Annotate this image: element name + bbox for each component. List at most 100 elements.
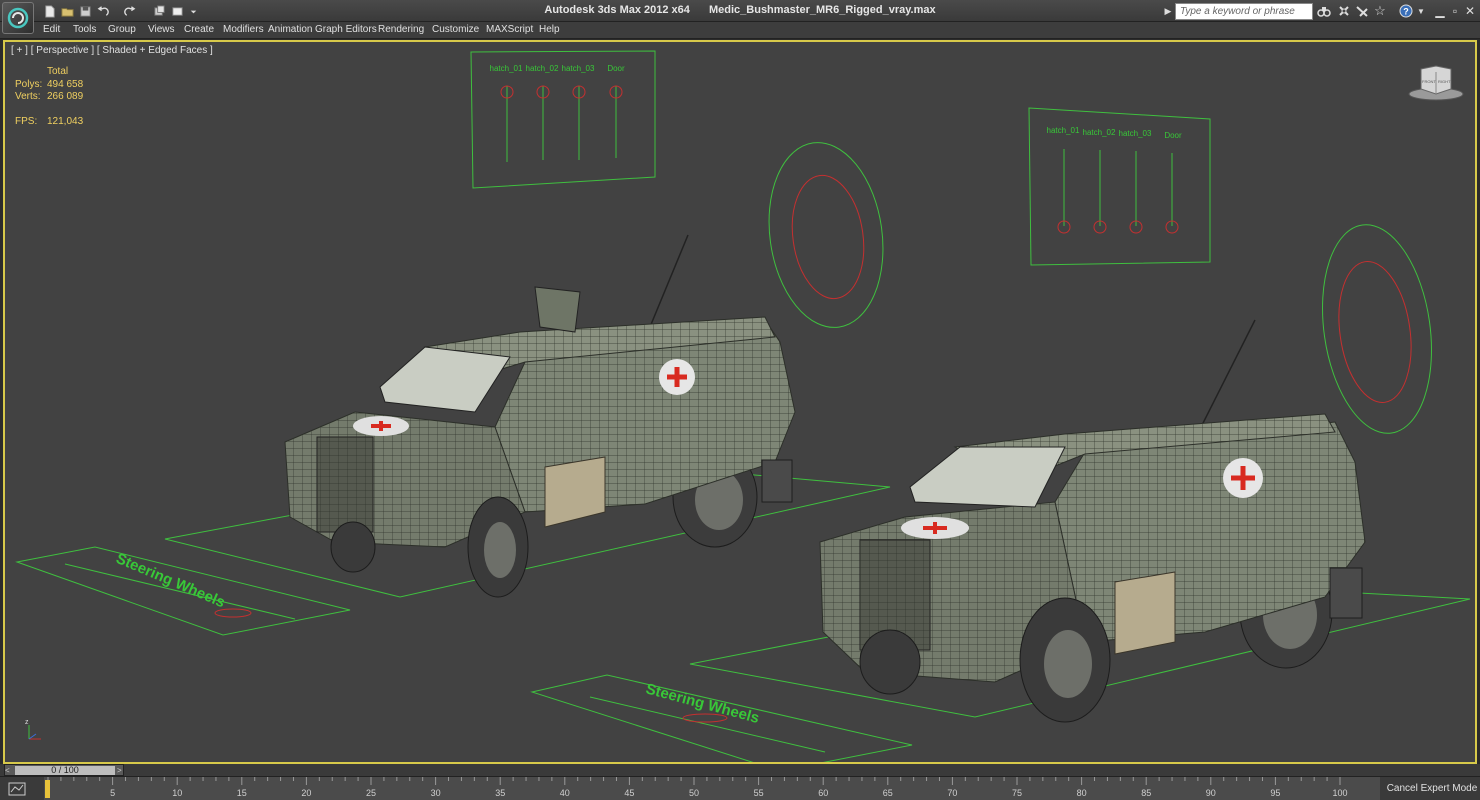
axis-tripod-icon: z <box>25 719 41 740</box>
steering-control-right[interactable]: Steering Wheels <box>530 674 913 762</box>
star-icon[interactable]: ☆ <box>1372 3 1388 19</box>
app-title: Autodesk 3ds Max 2012 x64 <box>544 4 690 16</box>
perspective-viewport[interactable]: [ + ] [ Perspective ] [ Shaded + Edged F… <box>3 40 1477 764</box>
svg-text:?: ? <box>1403 7 1409 17</box>
timeline-tick-label: 30 <box>431 788 441 798</box>
menu-animation[interactable]: Animation <box>268 24 312 35</box>
rig-panel-right[interactable]: hatch_01 hatch_02 hatch_03 Door <box>1028 107 1211 266</box>
stats-total-label: Total <box>47 66 69 77</box>
rig-label-door: Door <box>607 64 625 73</box>
rig-label-hatch-01: hatch_01 <box>1047 126 1080 135</box>
menu-help[interactable]: Help <box>539 24 560 35</box>
timeline-tick-label: 20 <box>301 788 311 798</box>
menu-views[interactable]: Views <box>148 24 175 35</box>
timeline-tick-label: 90 <box>1206 788 1216 798</box>
search-input[interactable]: Type a keyword or phrase <box>1175 3 1313 20</box>
current-frame-marker[interactable] <box>45 780 50 798</box>
rig-label-door: Door <box>1164 131 1182 140</box>
cancel-expert-mode-button[interactable]: Cancel Expert Mode <box>1384 777 1480 800</box>
menu-bar: Edit Tools Group Views Create Modifiers … <box>0 22 1480 39</box>
chevron-down-icon[interactable] <box>186 4 200 18</box>
timeline-tick-label: 50 <box>689 788 699 798</box>
viewport-layout-icon[interactable] <box>170 4 184 18</box>
subscription-icon[interactable] <box>1336 3 1352 19</box>
binoculars-icon[interactable] <box>1316 3 1332 19</box>
project-folder-icon[interactable] <box>152 4 166 18</box>
timeline-tick-label: 10 <box>172 788 182 798</box>
app-logo-icon[interactable] <box>2 2 34 34</box>
timeline-tick-label: 55 <box>754 788 764 798</box>
track-bar: 5 10 15 20 25 30 35 40 45 50 55 60 65 70 75 80 85 90 95 100… <box>0 776 1480 800</box>
timeline-tick-label: 65 <box>883 788 893 798</box>
redo-icon[interactable] <box>122 4 136 18</box>
timeline-ruler[interactable]: 5 10 15 20 25 30 35 40 45 50 55 60 65 70 75 80 85 90 95 100 <box>44 777 1380 800</box>
timeline-tick-label: 45 <box>624 788 634 798</box>
chevron-right-icon[interactable]: ▶ <box>1160 3 1176 19</box>
save-icon[interactable] <box>78 4 92 18</box>
timeline-tick-label: 70 <box>947 788 957 798</box>
time-slider[interactable]: < 0 / 100 > <box>0 764 1480 776</box>
file-name: Medic_Bushmaster_MR6_Rigged_vray.max <box>708 4 936 16</box>
next-frame-button[interactable]: > <box>117 766 122 775</box>
title-bar: Autodesk 3ds Max 2012 x64 Medic_Bushmast… <box>0 0 1480 34</box>
stats-fps-value: 121,043 <box>47 116 84 127</box>
timeline-ticks: 5 10 15 20 25 30 35 40 45 50 55 60 65 70 75 80 85 90 95 100 <box>47 777 1348 798</box>
stats-polys-value: 494 658 <box>47 79 84 90</box>
new-file-icon[interactable] <box>42 4 56 18</box>
time-slider-thumb[interactable]: 0 / 100 <box>15 766 115 775</box>
help-icon[interactable]: ? <box>1398 3 1414 19</box>
close-button[interactable]: ✕ <box>1462 3 1478 19</box>
timeline-tick-label: 15 <box>237 788 247 798</box>
stats-verts-label: Verts: <box>15 91 41 102</box>
rotation-helper-right[interactable] <box>1310 218 1444 441</box>
steering-text-right: Steering Wheels <box>644 680 761 727</box>
menu-maxscript[interactable]: MAXScript <box>486 24 533 35</box>
menu-edit[interactable]: Edit <box>43 24 60 35</box>
minimize-button[interactable]: ▁ <box>1432 3 1448 19</box>
menu-customize[interactable]: Customize <box>432 24 479 35</box>
rig-label-hatch-02: hatch_02 <box>526 64 559 73</box>
curve-editor-icon[interactable] <box>6 781 28 797</box>
svg-text:z: z <box>25 719 29 726</box>
menu-modifiers[interactable]: Modifiers <box>223 24 264 35</box>
viewcube-icon[interactable]: FRONT RIGHT <box>1408 65 1464 101</box>
timeline-tick-label: 40 <box>560 788 570 798</box>
menu-create[interactable]: Create <box>184 24 214 35</box>
menu-graph-editors[interactable]: Graph Editors <box>315 24 377 35</box>
timeline-tick-label: 75 <box>1012 788 1022 798</box>
rotation-helper-left[interactable] <box>758 135 895 335</box>
timeline-tick-label: 95 <box>1270 788 1280 798</box>
timeline-tick-label: 60 <box>818 788 828 798</box>
menu-tools[interactable]: Tools <box>73 24 96 35</box>
time-slider-track[interactable]: < 0 / 100 > <box>4 764 124 776</box>
undo-icon[interactable] <box>96 4 110 18</box>
rig-panel-left[interactable]: hatch_01 hatch_02 hatch_03 Door <box>470 50 656 189</box>
scene-canvas[interactable]: Steering Wheels Steering Wheels hatch_01… <box>5 42 1475 762</box>
stats-verts-value: 266 089 <box>47 91 84 102</box>
timeline-tick-label: 35 <box>495 788 505 798</box>
menu-group[interactable]: Group <box>108 24 136 35</box>
viewcube-front-label[interactable]: FRONT <box>1422 79 1436 84</box>
stats-fps-label: FPS: <box>15 116 38 127</box>
rig-label-hatch-02: hatch_02 <box>1083 128 1116 137</box>
menu-rendering[interactable]: Rendering <box>378 24 424 35</box>
stats-polys-label: Polys: <box>15 79 43 90</box>
communication-icon[interactable] <box>1354 3 1370 19</box>
rig-label-hatch-01: hatch_01 <box>490 64 523 73</box>
rig-label-hatch-03: hatch_03 <box>562 64 595 73</box>
timeline-tick-label: 25 <box>366 788 376 798</box>
timeline-tick-label: 80 <box>1077 788 1087 798</box>
bushmaster-vehicle-right[interactable] <box>819 319 1366 723</box>
prev-frame-button[interactable]: < <box>5 766 10 775</box>
viewport-label[interactable]: [ + ] [ Perspective ] [ Shaded + Edged F… <box>11 45 213 56</box>
bushmaster-vehicle-left[interactable] <box>284 234 796 598</box>
open-file-icon[interactable] <box>60 4 74 18</box>
timeline-tick-label: 5 <box>110 788 115 798</box>
rig-label-hatch-03: hatch_03 <box>1119 129 1152 138</box>
steering-control-left[interactable]: Steering Wheels <box>15 546 351 636</box>
help-dropdown-icon[interactable]: ▼ <box>1413 3 1429 19</box>
viewcube-right-label[interactable]: RIGHT <box>1438 79 1451 84</box>
maximize-button[interactable]: ▫ <box>1447 3 1463 19</box>
timeline-tick-label: 85 <box>1141 788 1151 798</box>
timeline-tick-label: 100 <box>1332 788 1347 798</box>
